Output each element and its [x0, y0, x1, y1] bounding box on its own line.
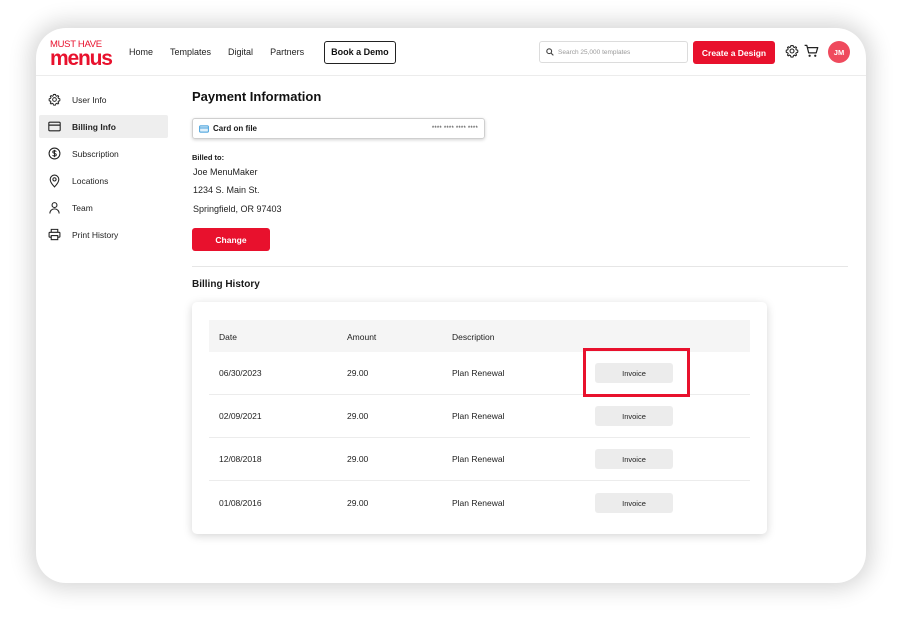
billing-city: Springfield, OR 97403 — [193, 204, 282, 214]
sidebar-item-subscription[interactable]: Subscription — [39, 142, 168, 165]
billing-street: 1234 S. Main St. — [193, 185, 260, 195]
sidebar-item-label: Subscription — [72, 148, 119, 159]
user-avatar[interactable]: JM — [828, 41, 850, 63]
main-nav: Home Templates Digital Partners Book a D… — [129, 28, 396, 76]
sidebar-item-label: Locations — [72, 175, 109, 186]
table-row: 02/09/2021 29.00 Plan Renewal Invoice — [209, 395, 750, 438]
page-title: Payment Information — [192, 89, 322, 104]
account-sidebar: User Info Billing Info Subscription Loca… — [39, 88, 168, 250]
invoice-button[interactable]: Invoice — [595, 449, 673, 469]
printer-icon — [48, 228, 61, 241]
row-date: 12/08/2018 — [219, 454, 262, 464]
invoice-button[interactable]: Invoice — [595, 493, 673, 513]
table-row: 01/08/2016 29.00 Plan Renewal Invoice — [209, 482, 750, 525]
row-description: Plan Renewal — [452, 411, 505, 421]
sidebar-item-team[interactable]: Team — [39, 196, 168, 219]
card-number-masked: **** **** **** **** — [431, 125, 478, 132]
dollar-circle-icon — [48, 147, 61, 160]
column-header-amount: Amount — [347, 332, 377, 342]
row-amount: 29.00 — [347, 498, 369, 508]
column-header-date: Date — [219, 332, 237, 342]
person-icon — [49, 202, 60, 214]
settings-gear-icon[interactable] — [785, 44, 799, 58]
sidebar-item-label: Print History — [72, 229, 119, 240]
book-demo-button[interactable]: Book a Demo — [324, 40, 396, 64]
row-date: 06/30/2023 — [219, 368, 262, 378]
row-date: 01/08/2016 — [219, 498, 262, 508]
card-on-file: Card on file **** **** **** **** — [192, 118, 485, 139]
logo-bottom-text: menus — [50, 46, 113, 70]
search-input[interactable] — [558, 48, 678, 56]
create-design-button[interactable]: Create a Design — [693, 41, 775, 64]
app-window: MUST HAVE menus Home Templates Digital P… — [36, 28, 866, 583]
sidebar-item-label: User Info — [72, 94, 107, 105]
table-row: 12/08/2018 29.00 Plan Renewal Invoice — [209, 438, 750, 481]
row-description: Plan Renewal — [452, 454, 505, 464]
cart-icon[interactable] — [804, 44, 819, 58]
billed-to-label: Billed to: — [192, 153, 225, 162]
column-header-description: Description — [452, 332, 495, 342]
map-pin-icon — [49, 174, 60, 188]
nav-home[interactable]: Home — [129, 47, 153, 57]
row-amount: 29.00 — [347, 368, 369, 378]
section-divider — [192, 266, 848, 267]
card-on-file-label: Card on file — [213, 124, 258, 133]
sidebar-item-billing-info[interactable]: Billing Info — [39, 115, 168, 138]
row-amount: 29.00 — [347, 454, 369, 464]
billing-name: Joe MenuMaker — [193, 167, 258, 177]
sidebar-item-locations[interactable]: Locations — [39, 169, 168, 192]
sidebar-item-user-info[interactable]: User Info — [39, 88, 168, 111]
brand-logo[interactable]: MUST HAVE menus — [50, 40, 114, 69]
sidebar-item-print-history[interactable]: Print History — [39, 223, 168, 246]
gear-icon — [48, 93, 61, 106]
row-description: Plan Renewal — [452, 498, 505, 508]
card-icon — [199, 124, 209, 133]
nav-partners[interactable]: Partners — [270, 47, 304, 57]
billing-history-title: Billing History — [192, 279, 260, 290]
nav-templates[interactable]: Templates — [170, 47, 211, 57]
search-box[interactable] — [539, 41, 688, 63]
search-icon — [546, 48, 554, 56]
table-row: 06/30/2023 29.00 Plan Renewal Invoice — [209, 352, 750, 395]
invoice-button[interactable]: Invoice — [595, 363, 673, 383]
invoice-button[interactable]: Invoice — [595, 406, 673, 426]
top-header: MUST HAVE menus Home Templates Digital P… — [36, 28, 866, 76]
credit-card-icon — [48, 121, 61, 132]
row-description: Plan Renewal — [452, 368, 505, 378]
table-header: Date Amount Description — [209, 320, 750, 352]
billing-history-table: Date Amount Description 06/30/2023 29.00… — [192, 302, 767, 534]
row-amount: 29.00 — [347, 411, 369, 421]
nav-digital[interactable]: Digital — [228, 47, 253, 57]
sidebar-item-label: Team — [72, 202, 93, 213]
row-date: 02/09/2021 — [219, 411, 262, 421]
sidebar-item-label: Billing Info — [72, 121, 116, 132]
change-payment-button[interactable]: Change — [192, 228, 270, 251]
